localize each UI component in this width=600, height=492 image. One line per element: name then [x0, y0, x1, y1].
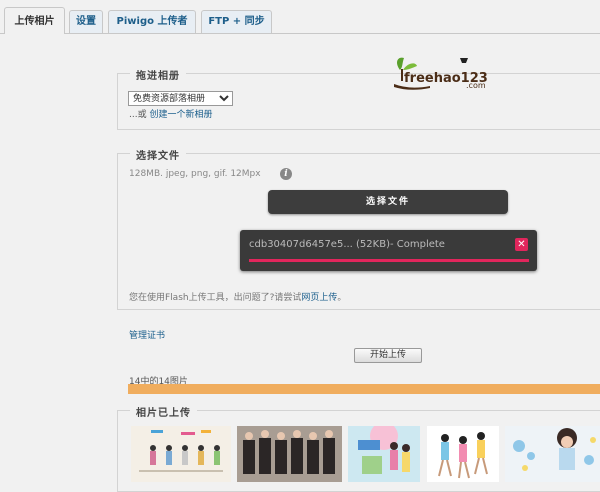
tab-ftp-sync[interactable]: FTP + 同步: [201, 10, 272, 33]
flash-note-end: 。: [337, 293, 347, 303]
start-upload-button[interactable]: 开始上传: [354, 348, 422, 363]
select-files-button[interactable]: 选择文件: [268, 190, 508, 214]
queue-progress-bar: [249, 259, 529, 262]
tab-bar: 上传相片 设置 Piwigo 上传者 FTP + 同步: [0, 0, 600, 34]
photo-thumbnail[interactable]: [505, 426, 600, 482]
photo-thumbnail[interactable]: [348, 426, 420, 482]
logo-domain: .com: [466, 81, 486, 90]
manage-certificates-link[interactable]: 管理证书: [129, 328, 165, 341]
freehao123-logo: freehao123 .com: [394, 57, 488, 90]
upload-progress-bar: [128, 384, 600, 394]
or-text: ...或: [129, 110, 147, 120]
tab-upload-photos[interactable]: 上传相片: [4, 7, 65, 34]
flash-note-text: 您在使用Flash上传工具，出问题了?请尝试: [129, 293, 302, 303]
upload-queue-item: cdb30407d6457e5... (52KB)- Complete ✕: [240, 230, 537, 271]
photo-thumbnail[interactable]: [237, 426, 342, 482]
album-select[interactable]: 免费资源部落相册: [128, 91, 233, 106]
create-album-line: ...或 创建一个新相册: [129, 107, 212, 120]
tab-piwigo-uploader[interactable]: Piwigo 上传者: [108, 10, 196, 33]
tab-divider: [0, 33, 600, 34]
info-icon[interactable]: i: [280, 168, 292, 180]
album-legend: 拖进相册: [130, 67, 186, 82]
queue-item-text: cdb30407d6457e5... (52KB)- Complete: [249, 239, 445, 250]
web-upload-link[interactable]: 网页上传: [301, 293, 337, 303]
photo-thumbnail[interactable]: [427, 426, 499, 482]
photo-thumbnail[interactable]: [131, 426, 231, 482]
tab-settings[interactable]: 设置: [69, 10, 103, 33]
flash-note: 您在使用Flash上传工具，出问题了?请尝试网页上传。: [129, 290, 346, 303]
uploaded-legend: 相片已上传: [130, 404, 197, 419]
close-icon[interactable]: ✕: [515, 238, 528, 251]
file-type-hint: 128MB. jpeg, png, gif. 12Mpx: [129, 169, 261, 179]
create-album-link[interactable]: 创建一个新相册: [149, 110, 212, 120]
select-files-legend: 选择文件: [130, 147, 186, 162]
upload-progress-fill: [128, 384, 600, 394]
uploaded-thumbnails: [131, 426, 600, 482]
